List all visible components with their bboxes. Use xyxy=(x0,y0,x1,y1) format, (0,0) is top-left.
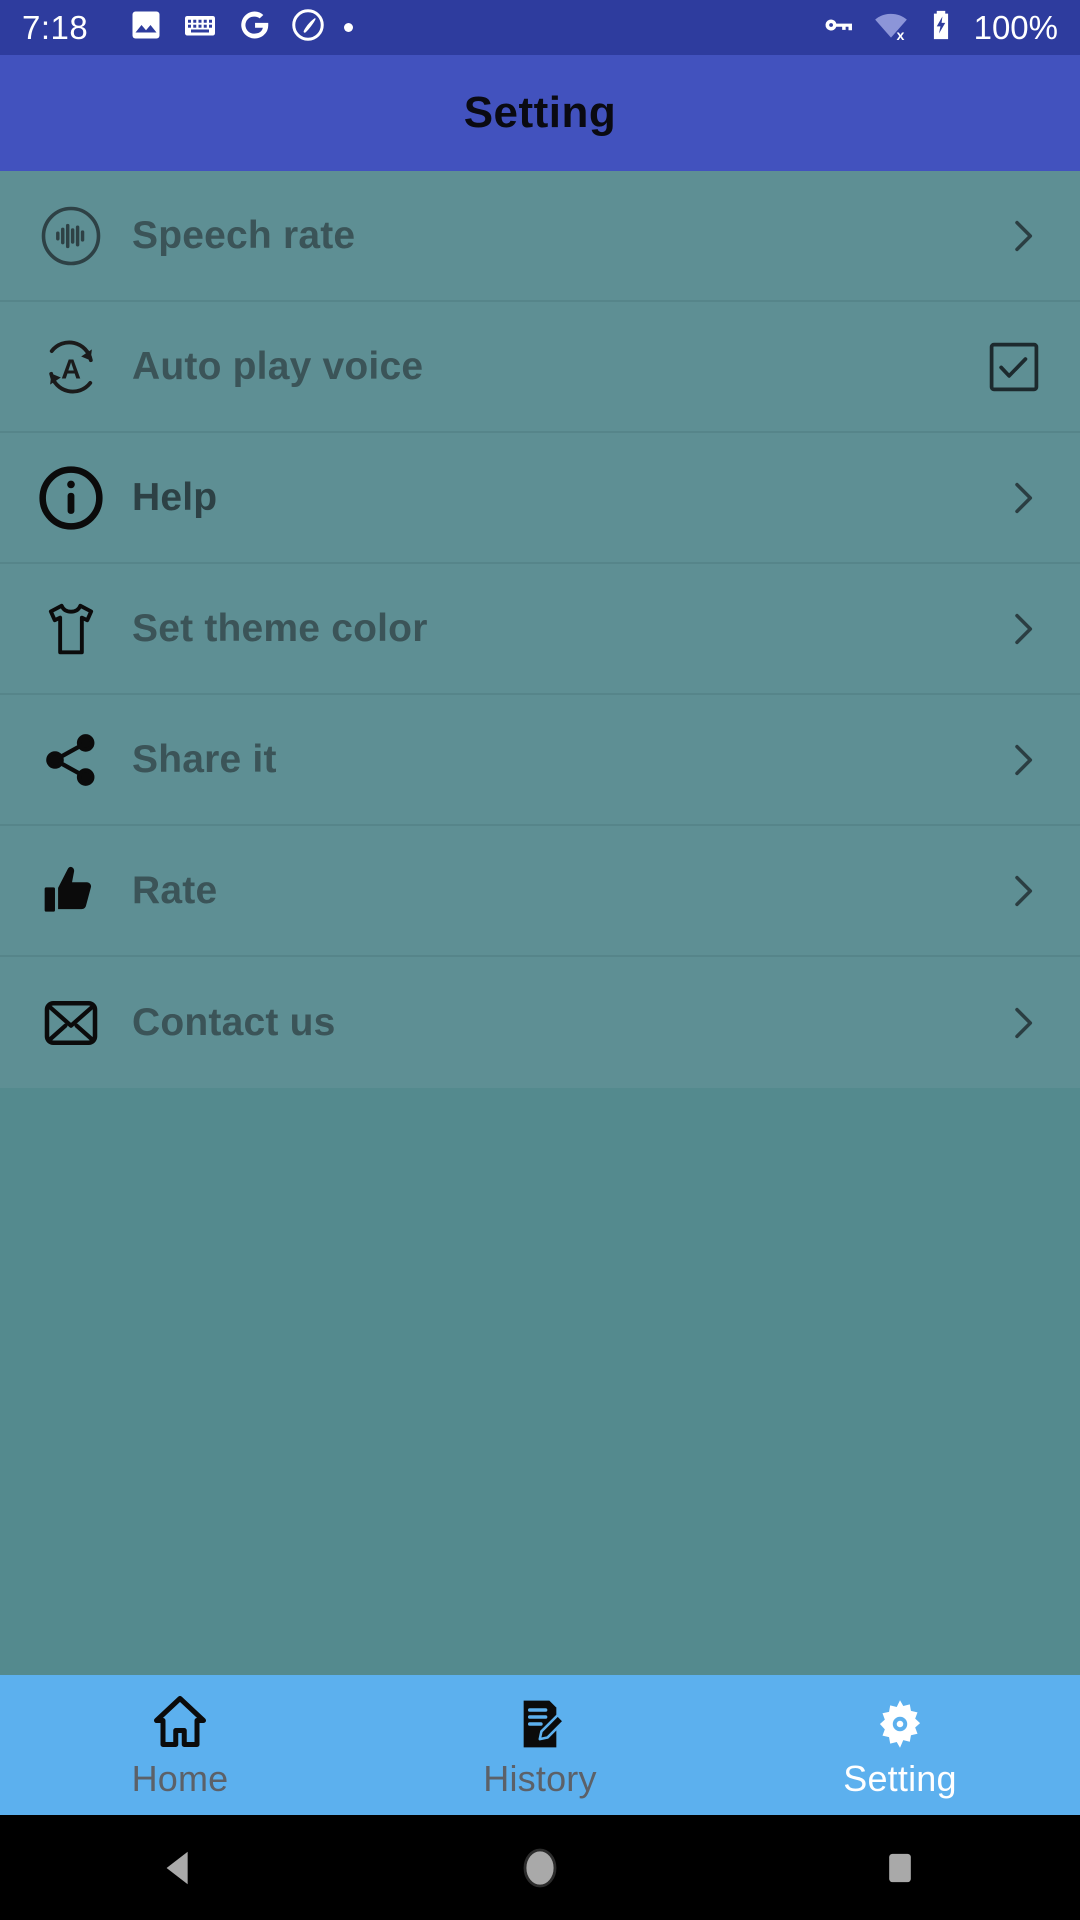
info-circle-icon xyxy=(34,461,108,535)
page-title: Setting xyxy=(463,88,617,137)
battery-percentage: 100% xyxy=(973,8,1058,46)
settings-list: Speech rate A Auto play voice Help Set t… xyxy=(0,171,1080,1088)
settings-row-label: Set theme color xyxy=(132,606,428,650)
google-icon xyxy=(236,7,272,48)
tshirt-icon xyxy=(34,592,108,666)
chevron-right-icon xyxy=(1002,738,1042,782)
battery-charging-icon xyxy=(924,8,958,47)
vpn-key-icon xyxy=(820,6,858,49)
dot-indicator-icon xyxy=(344,23,354,32)
settings-row-label: Contact us xyxy=(132,1000,336,1044)
nav-tab-history[interactable]: History xyxy=(360,1675,720,1815)
share-icon xyxy=(34,723,108,797)
wifi-off-icon: x xyxy=(872,6,910,49)
settings-row-label: Rate xyxy=(132,868,218,912)
settings-row-contact-us[interactable]: Contact us xyxy=(0,957,1080,1088)
bottom-navigation: Home History Setting xyxy=(0,1675,1080,1815)
app-header: Setting xyxy=(0,55,1080,171)
nav-tab-label: History xyxy=(483,1758,597,1799)
settings-row-share-it[interactable]: Share it xyxy=(0,695,1080,826)
keyboard-icon xyxy=(182,7,218,48)
home-icon xyxy=(150,1690,210,1752)
settings-row-rate[interactable]: Rate xyxy=(0,826,1080,957)
settings-row-label: Auto play voice xyxy=(132,344,424,388)
gear-icon xyxy=(872,1690,928,1752)
svg-text:x: x xyxy=(896,28,904,44)
chevron-right-icon xyxy=(1002,476,1042,520)
settings-row-auto-play-voice[interactable]: A Auto play voice xyxy=(0,302,1080,433)
nav-tab-label: Home xyxy=(131,1758,229,1799)
status-bar-clock: 7:18 xyxy=(22,8,89,46)
settings-row-set-theme-color[interactable]: Set theme color xyxy=(0,564,1080,695)
svg-text:A: A xyxy=(61,353,81,384)
capture-icon xyxy=(290,7,326,48)
auto-play-voice-checkbox[interactable] xyxy=(986,339,1042,395)
envelope-icon xyxy=(34,986,108,1060)
phone-screen: 7:18 x 100% Setting Speech rate A Auto p… xyxy=(0,0,1080,1920)
nav-tab-setting[interactable]: Setting xyxy=(720,1675,1080,1815)
settings-row-label: Help xyxy=(132,475,218,519)
auto-rotate-a-icon: A xyxy=(34,330,108,404)
settings-row-label: Speech rate xyxy=(132,213,356,257)
settings-row-help[interactable]: Help xyxy=(0,433,1080,564)
settings-row-label: Share it xyxy=(132,737,277,781)
thumbs-up-icon xyxy=(34,854,108,928)
back-button[interactable] xyxy=(120,1815,240,1920)
settings-row-speech-rate[interactable]: Speech rate xyxy=(0,171,1080,302)
chevron-right-icon xyxy=(1002,214,1042,258)
content-empty-area xyxy=(0,1088,1080,1675)
nav-tab-home[interactable]: Home xyxy=(0,1675,360,1815)
chevron-right-icon xyxy=(1002,1001,1042,1045)
status-bar: 7:18 x 100% xyxy=(0,0,1080,55)
speech-waveform-icon xyxy=(34,199,108,273)
history-note-icon xyxy=(512,1690,568,1752)
android-navigation-bar xyxy=(0,1815,1080,1920)
nav-tab-label: Setting xyxy=(843,1758,957,1799)
chevron-right-icon xyxy=(1002,607,1042,651)
chevron-right-icon xyxy=(1002,869,1042,913)
status-bar-right: x 100% xyxy=(820,6,1058,49)
recents-button[interactable] xyxy=(840,1815,960,1920)
status-bar-left: 7:18 xyxy=(22,7,820,48)
home-button[interactable] xyxy=(480,1815,600,1920)
settings-content: Speech rate A Auto play voice Help Set t… xyxy=(0,171,1080,1675)
photo-icon xyxy=(128,7,164,48)
